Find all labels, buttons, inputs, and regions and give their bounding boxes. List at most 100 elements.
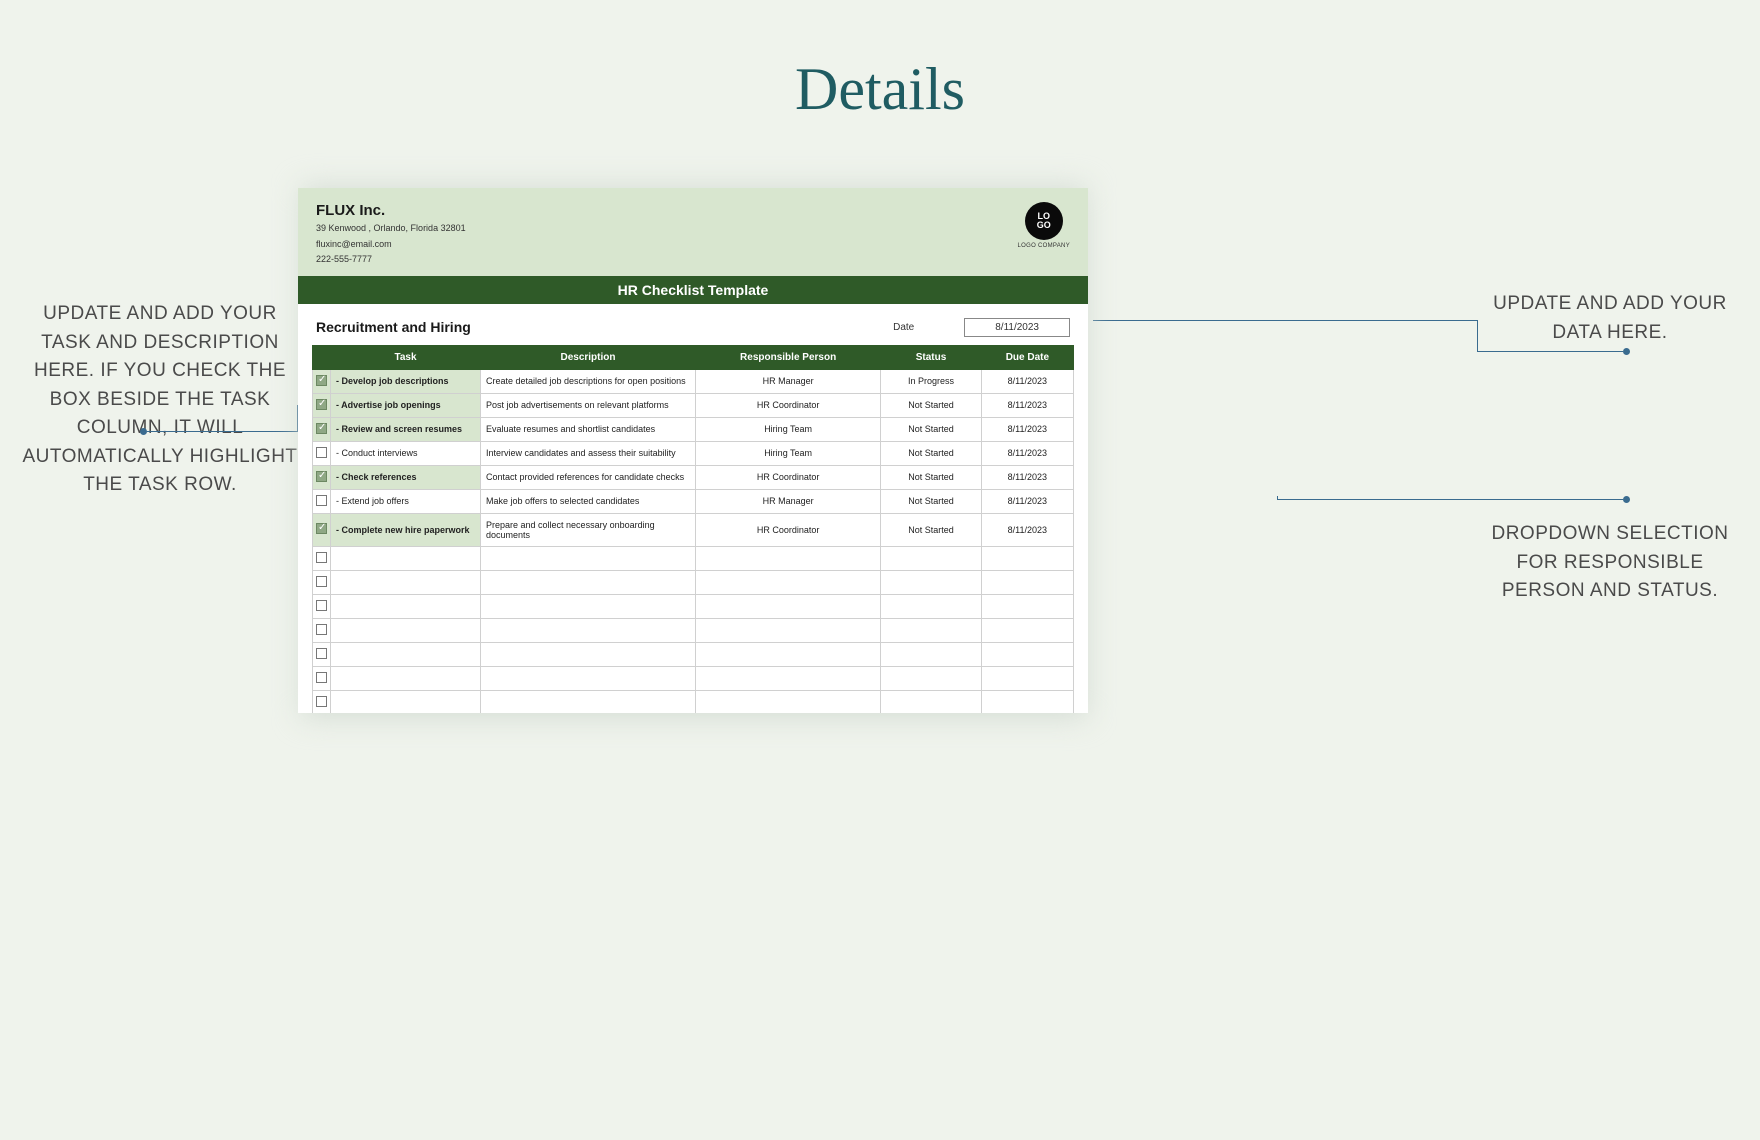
task-cell[interactable] bbox=[331, 642, 481, 666]
status-cell[interactable]: Not Started bbox=[881, 489, 981, 513]
due-cell[interactable]: 8/11/2023 bbox=[981, 441, 1073, 465]
checkbox-cell[interactable] bbox=[313, 393, 331, 417]
task-cell[interactable] bbox=[331, 666, 481, 690]
checkbox-cell[interactable] bbox=[313, 489, 331, 513]
checkbox-cell[interactable] bbox=[313, 642, 331, 666]
due-cell[interactable] bbox=[981, 546, 1073, 570]
status-cell[interactable] bbox=[881, 618, 981, 642]
due-cell[interactable]: 8/11/2023 bbox=[981, 489, 1073, 513]
due-cell[interactable] bbox=[981, 594, 1073, 618]
description-cell[interactable]: Make job offers to selected candidates bbox=[481, 489, 696, 513]
responsible-cell[interactable]: HR Coordinator bbox=[696, 513, 881, 546]
checkbox-icon[interactable] bbox=[316, 423, 327, 434]
checkbox-icon[interactable] bbox=[316, 672, 327, 683]
status-cell[interactable]: Not Started bbox=[881, 465, 981, 489]
checkbox-cell[interactable] bbox=[313, 369, 331, 393]
status-cell[interactable] bbox=[881, 642, 981, 666]
due-cell[interactable]: 8/11/2023 bbox=[981, 513, 1073, 546]
responsible-cell[interactable] bbox=[696, 618, 881, 642]
checkbox-icon[interactable] bbox=[316, 696, 327, 707]
checkbox-icon[interactable] bbox=[316, 600, 327, 611]
due-cell[interactable] bbox=[981, 618, 1073, 642]
checkbox-cell[interactable] bbox=[313, 690, 331, 713]
description-cell[interactable] bbox=[481, 666, 696, 690]
responsible-cell[interactable]: Hiring Team bbox=[696, 441, 881, 465]
task-cell[interactable]: - Develop job descriptions bbox=[331, 369, 481, 393]
checkbox-icon[interactable] bbox=[316, 471, 327, 482]
task-cell[interactable] bbox=[331, 594, 481, 618]
checkbox-cell[interactable] bbox=[313, 594, 331, 618]
description-cell[interactable]: Interview candidates and assess their su… bbox=[481, 441, 696, 465]
status-cell[interactable]: Not Started bbox=[881, 417, 981, 441]
task-cell[interactable] bbox=[331, 570, 481, 594]
checkbox-icon[interactable] bbox=[316, 375, 327, 386]
status-cell[interactable] bbox=[881, 666, 981, 690]
status-cell[interactable] bbox=[881, 594, 981, 618]
checkbox-cell[interactable] bbox=[313, 546, 331, 570]
checkbox-cell[interactable] bbox=[313, 417, 331, 441]
description-cell[interactable]: Post job advertisements on relevant plat… bbox=[481, 393, 696, 417]
responsible-cell[interactable] bbox=[696, 666, 881, 690]
due-cell[interactable]: 8/11/2023 bbox=[981, 417, 1073, 441]
task-cell[interactable]: - Conduct interviews bbox=[331, 441, 481, 465]
checkbox-icon[interactable] bbox=[316, 495, 327, 506]
responsible-cell[interactable] bbox=[696, 594, 881, 618]
due-cell[interactable]: 8/11/2023 bbox=[981, 393, 1073, 417]
due-cell[interactable] bbox=[981, 642, 1073, 666]
task-cell[interactable]: - Advertise job openings bbox=[331, 393, 481, 417]
task-cell[interactable] bbox=[331, 618, 481, 642]
status-cell[interactable] bbox=[881, 570, 981, 594]
responsible-cell[interactable]: HR Manager bbox=[696, 489, 881, 513]
checkbox-cell[interactable] bbox=[313, 513, 331, 546]
checkbox-cell[interactable] bbox=[313, 441, 331, 465]
task-cell[interactable] bbox=[331, 546, 481, 570]
status-cell[interactable]: Not Started bbox=[881, 393, 981, 417]
checkbox-cell[interactable] bbox=[313, 570, 331, 594]
task-cell[interactable]: - Review and screen resumes bbox=[331, 417, 481, 441]
status-cell[interactable]: Not Started bbox=[881, 441, 981, 465]
responsible-cell[interactable] bbox=[696, 642, 881, 666]
task-cell[interactable]: - Extend job offers bbox=[331, 489, 481, 513]
task-cell[interactable]: - Check references bbox=[331, 465, 481, 489]
checkbox-icon[interactable] bbox=[316, 648, 327, 659]
checkbox-icon[interactable] bbox=[316, 447, 327, 458]
due-cell[interactable] bbox=[981, 666, 1073, 690]
description-cell[interactable] bbox=[481, 618, 696, 642]
task-cell[interactable] bbox=[331, 690, 481, 713]
due-cell[interactable]: 8/11/2023 bbox=[981, 465, 1073, 489]
checkbox-icon[interactable] bbox=[316, 552, 327, 563]
description-cell[interactable] bbox=[481, 642, 696, 666]
task-cell[interactable]: - Complete new hire paperwork bbox=[331, 513, 481, 546]
status-cell[interactable] bbox=[881, 690, 981, 713]
description-cell[interactable]: Create detailed job descriptions for ope… bbox=[481, 369, 696, 393]
due-cell[interactable] bbox=[981, 570, 1073, 594]
responsible-cell[interactable]: HR Manager bbox=[696, 369, 881, 393]
description-cell[interactable]: Contact provided references for candidat… bbox=[481, 465, 696, 489]
responsible-cell[interactable]: Hiring Team bbox=[696, 417, 881, 441]
checkbox-icon[interactable] bbox=[316, 399, 327, 410]
description-cell[interactable]: Prepare and collect necessary onboarding… bbox=[481, 513, 696, 546]
checkbox-icon[interactable] bbox=[316, 624, 327, 635]
status-cell[interactable]: In Progress bbox=[881, 369, 981, 393]
checkbox-icon[interactable] bbox=[316, 576, 327, 587]
due-cell[interactable] bbox=[981, 690, 1073, 713]
date-input[interactable]: 8/11/2023 bbox=[964, 318, 1070, 337]
status-cell[interactable]: Not Started bbox=[881, 513, 981, 546]
checkbox-cell[interactable] bbox=[313, 618, 331, 642]
due-cell[interactable]: 8/11/2023 bbox=[981, 369, 1073, 393]
responsible-cell[interactable]: HR Coordinator bbox=[696, 465, 881, 489]
description-cell[interactable] bbox=[481, 570, 696, 594]
checkbox-cell[interactable] bbox=[313, 465, 331, 489]
responsible-cell[interactable] bbox=[696, 690, 881, 713]
checkbox-cell[interactable] bbox=[313, 666, 331, 690]
responsible-cell[interactable]: HR Coordinator bbox=[696, 393, 881, 417]
responsible-cell[interactable] bbox=[696, 570, 881, 594]
description-cell[interactable] bbox=[481, 690, 696, 713]
template-header: FLUX Inc. 39 Kenwood , Orlando, Florida … bbox=[298, 188, 1088, 276]
description-cell[interactable]: Evaluate resumes and shortlist candidate… bbox=[481, 417, 696, 441]
status-cell[interactable] bbox=[881, 546, 981, 570]
description-cell[interactable] bbox=[481, 546, 696, 570]
checkbox-icon[interactable] bbox=[316, 523, 327, 534]
responsible-cell[interactable] bbox=[696, 546, 881, 570]
description-cell[interactable] bbox=[481, 594, 696, 618]
